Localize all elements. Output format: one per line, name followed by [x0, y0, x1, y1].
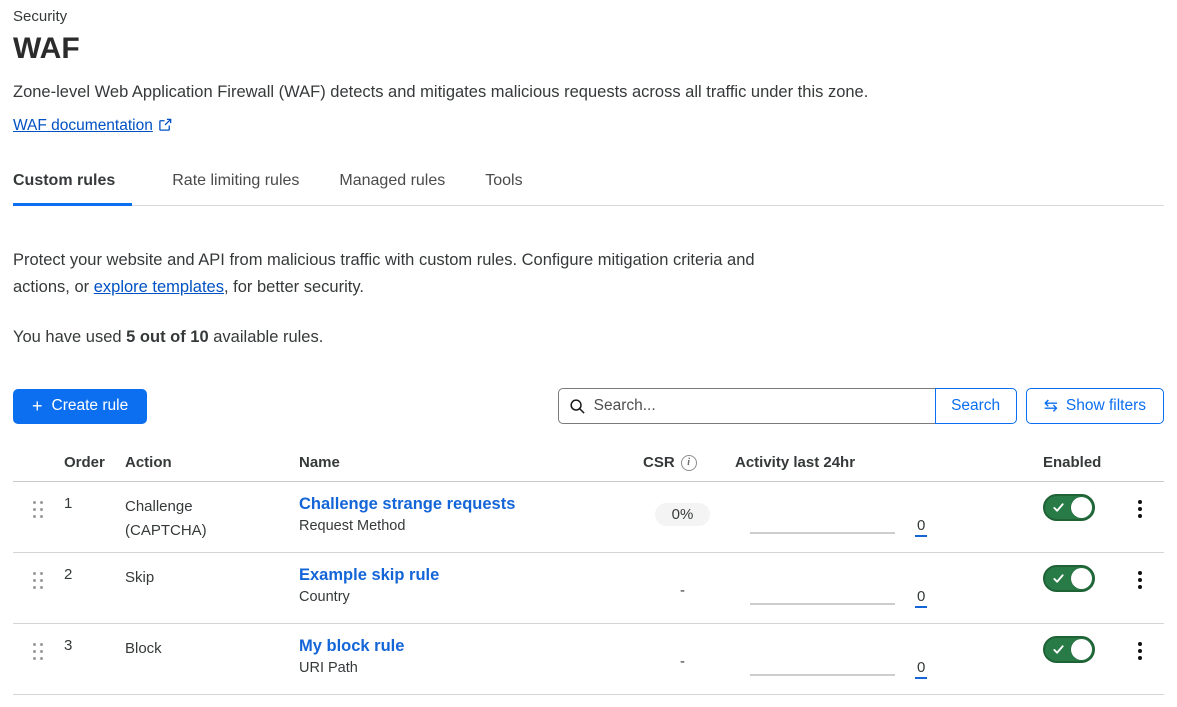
rule-name-link[interactable]: Challenge strange requests — [299, 495, 515, 514]
create-rule-button[interactable]: + Create rule — [13, 389, 147, 424]
drag-handle[interactable] — [13, 482, 51, 552]
header-name: Name — [286, 446, 630, 481]
rules-toolbar: + Create rule Search ⇆ Show filters — [13, 388, 1164, 424]
table-row: 2 Skip Example skip rule Country - 0 — [13, 553, 1164, 624]
enabled-toggle[interactable] — [1043, 636, 1095, 663]
table-header-row: Order Action Name CSR i Activity last 24h… — [13, 446, 1164, 482]
header-action: Action — [112, 446, 286, 481]
page-description: Zone-level Web Application Firewall (WAF… — [13, 83, 1164, 102]
activity-sparkline — [750, 532, 895, 534]
rule-action: Skip — [112, 553, 286, 623]
rule-field: URI Path — [299, 660, 630, 676]
rule-action: Challenge (CAPTCHA) — [112, 482, 286, 552]
header-spacer — [945, 446, 1030, 481]
csr-badge: 0% — [655, 503, 711, 526]
tab-managed-rules[interactable]: Managed rules — [339, 166, 445, 205]
activity-count-link[interactable]: 0 — [915, 517, 927, 537]
header-handle-spacer — [13, 446, 51, 481]
header-csr: CSR i — [630, 446, 735, 481]
toggle-knob — [1071, 639, 1092, 660]
activity-sparkline — [750, 603, 895, 605]
waf-documentation-link[interactable]: WAF documentation — [13, 117, 153, 134]
drag-handle[interactable] — [13, 624, 51, 694]
rule-field: Request Method — [299, 518, 630, 534]
table-row: 1 Challenge (CAPTCHA) Challenge strange … — [13, 482, 1164, 553]
header-menu-spacer — [1115, 446, 1164, 481]
rule-name-link[interactable]: Example skip rule — [299, 566, 439, 585]
breadcrumb-security: Security — [13, 8, 1164, 25]
kebab-menu-button[interactable] — [1115, 553, 1164, 623]
activity-count-link[interactable]: 0 — [915, 588, 927, 608]
header-csr-label: CSR — [643, 454, 675, 471]
header-order: Order — [51, 446, 112, 481]
rule-name-link[interactable]: My block rule — [299, 637, 404, 656]
usage-summary: You have used 5 out of 10 available rule… — [13, 328, 1164, 347]
tab-custom-rules[interactable]: Custom rules — [13, 166, 132, 206]
check-icon — [1052, 501, 1065, 519]
enabled-toggle[interactable] — [1043, 494, 1095, 521]
csr-empty: - — [680, 645, 685, 670]
tab-rate-limiting-rules[interactable]: Rate limiting rules — [172, 166, 299, 205]
swap-arrows-icon: ⇆ — [1044, 398, 1058, 415]
intro-paragraph: Protect your website and API from malici… — [13, 247, 758, 301]
info-icon[interactable]: i — [681, 455, 697, 471]
rule-order: 1 — [51, 482, 112, 552]
rule-order: 3 — [51, 624, 112, 694]
activity-sparkline — [750, 674, 895, 676]
external-link-icon — [158, 117, 173, 137]
usage-suffix: available rules. — [209, 328, 324, 346]
create-rule-label: Create rule — [52, 397, 129, 415]
kebab-menu-button[interactable] — [1115, 624, 1164, 694]
kebab-menu-button[interactable] — [1115, 482, 1164, 552]
rule-action: Block — [112, 624, 286, 694]
activity-count-link[interactable]: 0 — [915, 659, 927, 679]
search-button[interactable]: Search — [935, 388, 1017, 424]
rule-field: Country — [299, 589, 630, 605]
usage-count: 5 out of 10 — [126, 328, 209, 346]
enabled-toggle[interactable] — [1043, 565, 1095, 592]
usage-prefix: You have used — [13, 328, 126, 346]
check-icon — [1052, 643, 1065, 661]
plus-icon: + — [32, 397, 43, 415]
toggle-knob — [1071, 497, 1092, 518]
page-title: WAF — [13, 32, 1164, 66]
search-box — [558, 388, 936, 424]
header-activity: Activity last 24hr — [735, 446, 945, 481]
toggle-knob — [1071, 568, 1092, 589]
rules-table: Order Action Name CSR i Activity last 24h… — [13, 446, 1164, 695]
show-filters-button[interactable]: ⇆ Show filters — [1026, 388, 1164, 424]
rule-order: 2 — [51, 553, 112, 623]
drag-handle[interactable] — [13, 553, 51, 623]
table-row: 3 Block My block rule URI Path - 0 — [13, 624, 1164, 695]
tab-tools[interactable]: Tools — [485, 166, 522, 205]
explore-templates-link[interactable]: explore templates — [94, 278, 224, 296]
search-icon — [569, 398, 586, 415]
tab-bar: Custom rules Rate limiting rules Managed… — [13, 166, 1164, 206]
csr-empty: - — [680, 574, 685, 599]
header-enabled: Enabled — [1030, 446, 1115, 481]
waf-page: Security WAF Zone-level Web Application … — [0, 0, 1177, 695]
check-icon — [1052, 572, 1065, 590]
show-filters-label: Show filters — [1066, 397, 1146, 415]
intro-text-after: , for better security. — [224, 278, 364, 296]
search-input[interactable] — [594, 397, 925, 415]
